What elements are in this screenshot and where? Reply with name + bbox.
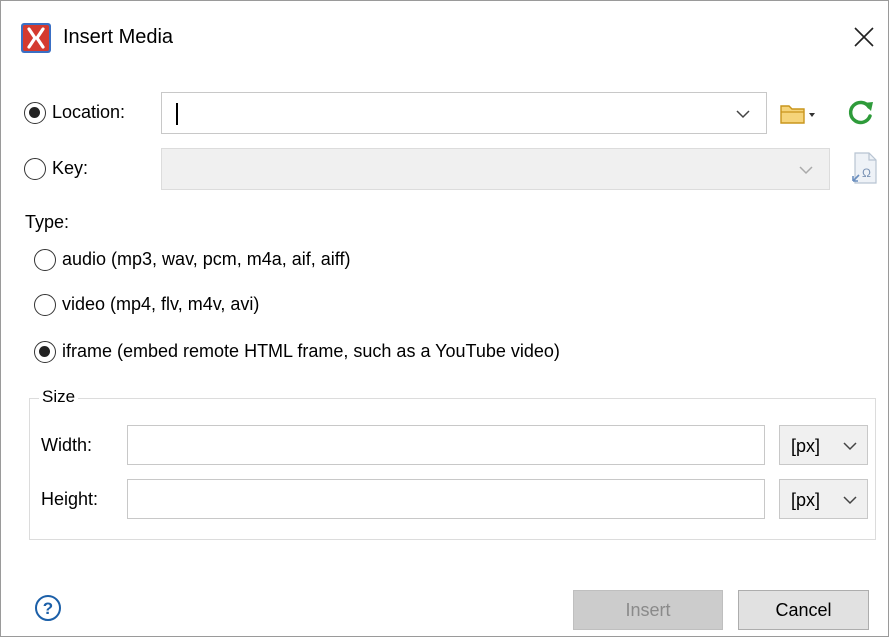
type-iframe-label[interactable]: iframe (embed remote HTML frame, such as… bbox=[62, 341, 560, 362]
location-combo[interactable] bbox=[161, 92, 767, 134]
height-input[interactable] bbox=[127, 479, 765, 519]
location-label: Location: bbox=[52, 102, 126, 122]
height-unit-select[interactable]: [px] bbox=[779, 479, 868, 519]
dialog-title: Insert Media bbox=[63, 26, 174, 48]
chevron-down-icon bbox=[843, 442, 857, 451]
key-reference-icon[interactable]: Ω bbox=[849, 151, 879, 185]
title-bar: Insert Media bbox=[1, 1, 888, 81]
svg-text:Ω: Ω bbox=[862, 166, 871, 180]
location-radio[interactable] bbox=[24, 102, 46, 124]
cancel-button[interactable]: Cancel bbox=[738, 590, 869, 630]
type-video-label[interactable]: video (mp4, flv, m4v, avi) bbox=[62, 294, 259, 315]
svg-text:?: ? bbox=[43, 599, 53, 618]
text-cursor bbox=[176, 103, 178, 125]
width-input[interactable] bbox=[127, 425, 765, 465]
type-label: Type: bbox=[25, 212, 70, 232]
key-combo[interactable] bbox=[161, 148, 830, 190]
type-video-radio[interactable] bbox=[34, 294, 56, 316]
type-audio-radio[interactable] bbox=[34, 249, 56, 271]
height-label: Height: bbox=[41, 489, 99, 509]
width-label: Width: bbox=[41, 435, 93, 455]
type-iframe-radio[interactable] bbox=[34, 341, 56, 363]
chevron-down-icon bbox=[843, 496, 857, 505]
close-icon[interactable] bbox=[846, 19, 882, 55]
help-icon[interactable]: ? bbox=[34, 594, 62, 622]
insert-button[interactable]: Insert bbox=[573, 590, 723, 630]
size-group-title: Size bbox=[39, 387, 79, 407]
key-radio[interactable] bbox=[24, 158, 46, 180]
refresh-icon[interactable] bbox=[846, 97, 876, 127]
chevron-down-icon[interactable] bbox=[734, 105, 752, 123]
width-unit-select[interactable]: [px] bbox=[779, 425, 868, 465]
height-unit-value: [px] bbox=[791, 490, 821, 510]
insert-media-dialog: Insert Media Location: Key: Ω Type: audi… bbox=[0, 0, 889, 637]
type-audio-label[interactable]: audio (mp3, wav, pcm, m4a, aif, aiff) bbox=[62, 249, 350, 270]
folder-icon[interactable] bbox=[780, 102, 816, 126]
width-unit-value: [px] bbox=[791, 436, 821, 456]
key-label: Key: bbox=[52, 158, 89, 178]
chevron-down-icon[interactable] bbox=[797, 161, 815, 179]
oxygen-x-icon bbox=[21, 23, 51, 53]
